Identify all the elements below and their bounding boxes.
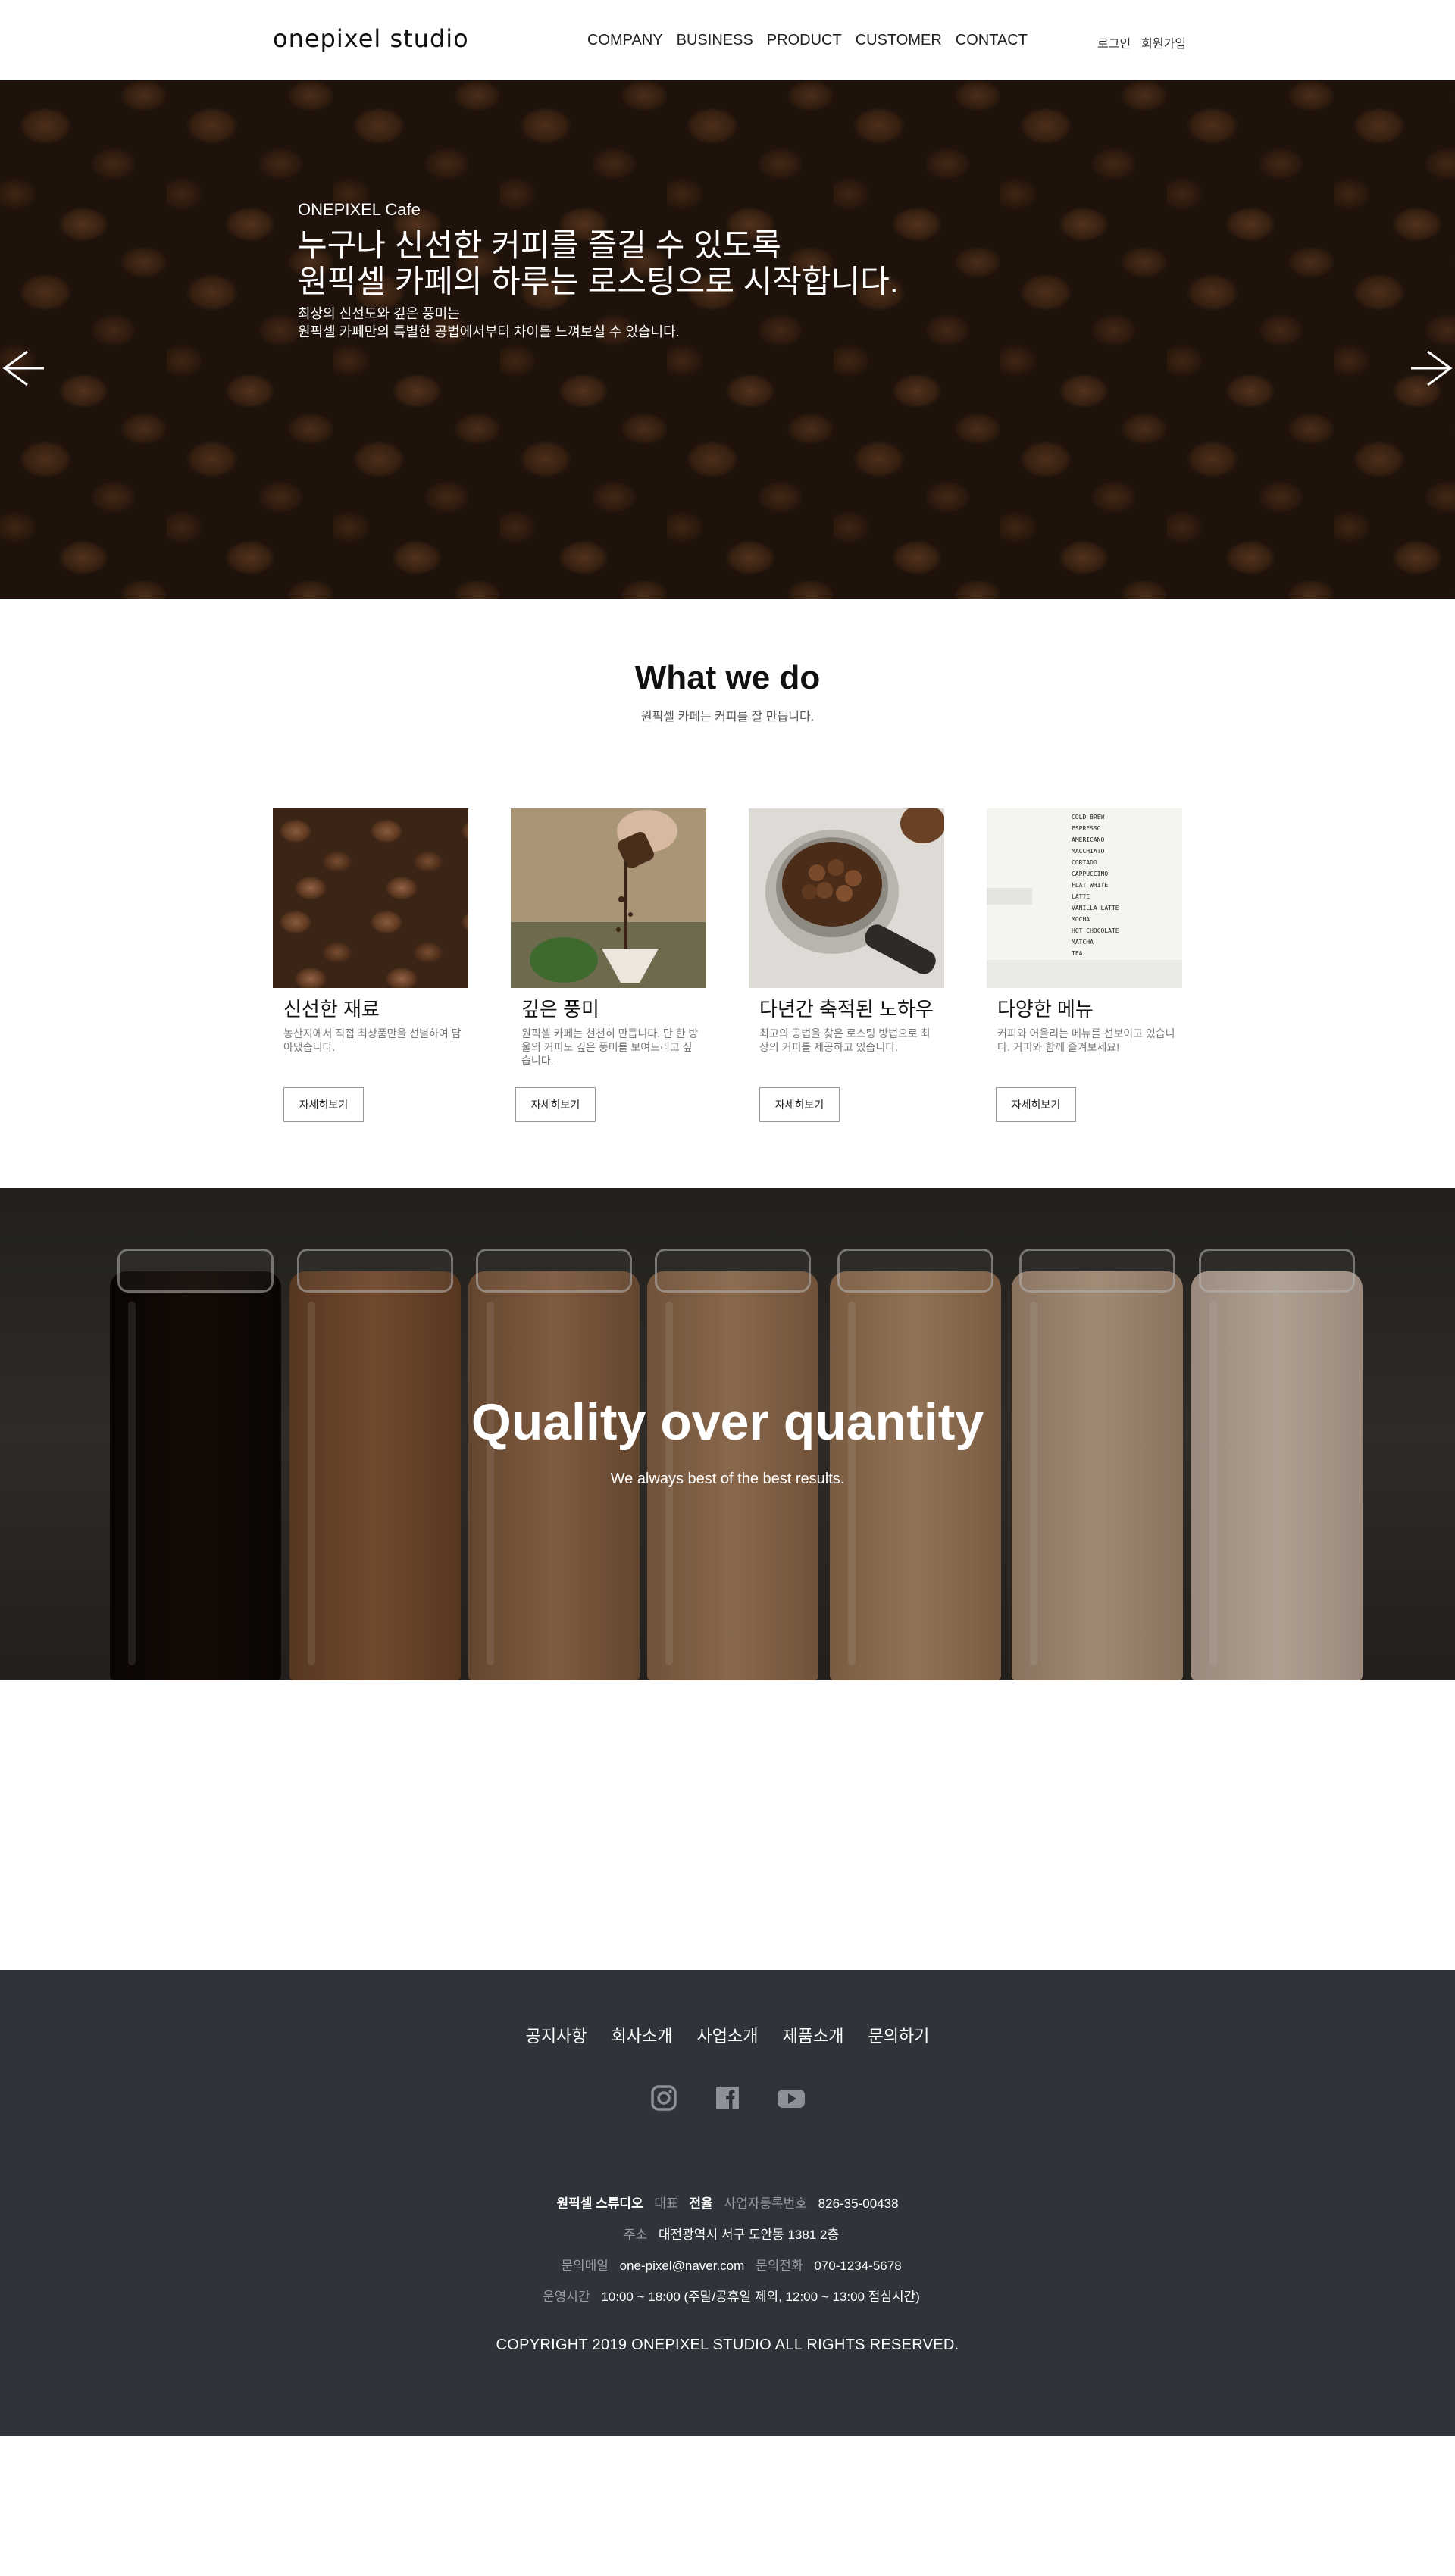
card-more-button[interactable]: 자세히보기 [759, 1087, 840, 1122]
quality-title: Quality over quantity [471, 1393, 984, 1451]
menu-board-item: COLD BREW [1072, 814, 1105, 821]
email-label: 문의메일 [561, 2259, 609, 2273]
hero-title: 누구나 신선한 커피를 즐길 수 있도록 원픽셀 카페의 하루는 로스팅으로 시… [298, 227, 899, 300]
card-title: 신선한 재료 [283, 998, 380, 1021]
site-footer: 공지사항 회사소개 사업소개 제품소개 문의하기 원픽셀 스튜디오 대표 전율 … [0, 1970, 1455, 2436]
nav-company[interactable]: COMPANY [587, 32, 663, 49]
hero-desc-line1: 최상의 신선도와 깊은 풍미는 [298, 306, 460, 321]
util-links: 로그인 회원가입 [1097, 33, 1186, 52]
address: 대전광역시 서구 도안동 1381 2층 [658, 2227, 840, 2242]
ceo-label: 대표 [654, 2196, 678, 2211]
menu-board-item: MATCHA [1072, 939, 1094, 946]
menu-board-item: MACCHIATO [1072, 848, 1105, 855]
menu-board-item: FLAT WHITE [1072, 882, 1108, 889]
coffee-pour-image [511, 808, 706, 988]
card-text: 원픽셀 카페는 천천히 만듭니다. 단 한 방울의 커피도 깊은 풍미를 보여드… [521, 1027, 699, 1067]
menu-board-item: TEA [1072, 950, 1083, 957]
card-text: 농산지에서 직접 최상품만을 선별하여 담아냈습니다. [283, 1027, 462, 1053]
menu-board-item: HOT CHOCOLATE [1072, 927, 1119, 934]
biz-label: 사업자등록번호 [724, 2196, 807, 2211]
info-row: 원픽셀 스튜디오 대표 전율 사업자등록번호 826-35-00438 [0, 2188, 1455, 2219]
nav-contact[interactable]: CONTACT [956, 32, 1028, 49]
hero-slider: ONEPIXEL Cafe 누구나 신선한 커피를 즐길 수 있도록 원픽셀 카… [0, 80, 1455, 599]
feature-card: 깊은 풍미 원픽셀 카페는 천천히 만듭니다. 단 한 방울의 커피도 깊은 풍… [511, 808, 708, 1127]
menu-board-item: CAPPUCCINO [1072, 871, 1108, 877]
instagram-icon[interactable] [649, 2084, 678, 2112]
biz-number: 826-35-00438 [818, 2196, 899, 2211]
phone: 070-1234-5678 [814, 2259, 902, 2273]
footer-link-business[interactable]: 사업소개 [697, 2023, 759, 2047]
arrow-right-icon[interactable] [1410, 345, 1455, 391]
card-text: 최고의 공법을 찾은 로스팅 방법으로 최상의 커피를 제공하고 있습니다. [759, 1027, 931, 1053]
hero-desc-line2: 원픽셀 카페만의 특별한 공법에서부터 차이를 느껴보실 수 있습니다. [298, 324, 680, 339]
login-link[interactable]: 로그인 [1097, 33, 1131, 52]
hero-eyebrow: ONEPIXEL Cafe [298, 200, 421, 219]
company-name: 원픽셀 스튜디오 [556, 2196, 643, 2211]
menu-board-image: COLD BREW ESPRESSO AMERICANO MACCHIATO CORTA… [987, 808, 1182, 988]
coffee-beans-image [273, 808, 468, 988]
site-header: onepixel studio COMPANY BUSINESS PRODUCT… [0, 0, 1455, 80]
copyright: COPYRIGHT 2019 ONEPIXEL STUDIO ALL RIGHT… [496, 2337, 959, 2353]
ceo-name: 전율 [689, 2196, 713, 2211]
hero-title-line1: 누구나 신선한 커피를 즐길 수 있도록 [298, 227, 781, 263]
company-info: 원픽셀 스튜디오 대표 전율 사업자등록번호 826-35-00438 주소 대… [0, 2188, 1455, 2312]
quality-subtitle: We always best of the best results. [610, 1471, 845, 1487]
feature-card: 다년간 축적된 노하우 최고의 공법을 찾은 로스팅 방법으로 최상의 커피를 … [749, 808, 946, 1127]
logo[interactable]: onepixel studio [273, 24, 469, 53]
portafilter-image [749, 808, 944, 988]
card-more-button[interactable]: 자세히보기 [283, 1087, 364, 1122]
signup-link[interactable]: 회원가입 [1141, 33, 1186, 52]
card-more-button[interactable]: 자세히보기 [996, 1087, 1076, 1122]
main-nav: COMPANY BUSINESS PRODUCT CUSTOMER CONTAC… [587, 32, 1028, 49]
address-label: 주소 [623, 2227, 648, 2242]
info-row: 주소 대전광역시 서구 도안동 1381 2층 [0, 2219, 1455, 2250]
info-row: 문의메일 one-pixel@naver.com 문의전화 070-1234-5… [0, 2250, 1455, 2281]
arrow-left-icon[interactable] [0, 345, 45, 391]
card-title: 다년간 축적된 노하우 [759, 998, 934, 1021]
nav-product[interactable]: PRODUCT [767, 32, 842, 49]
menu-board-item: VANILLA LATTE [1072, 905, 1119, 911]
menu-board-item: LATTE [1072, 893, 1090, 900]
footer-link-company[interactable]: 회사소개 [612, 2023, 673, 2047]
feature-card: COLD BREW ESPRESSO AMERICANO MACCHIATO CORTA… [987, 808, 1184, 1127]
hours-label: 운영시간 [543, 2290, 590, 2304]
feature-cards: 신선한 재료 농산지에서 직접 최상품만을 선별하여 담아냈습니다. 자세히보기… [273, 808, 1182, 1127]
social-links [0, 2084, 1455, 2112]
menu-board-item: MOCHA [1072, 916, 1090, 923]
nav-business[interactable]: BUSINESS [677, 32, 753, 49]
menu-board-item: CORTADO [1072, 859, 1097, 866]
email[interactable]: one-pixel@naver.com [620, 2259, 745, 2273]
info-row: 운영시간 10:00 ~ 18:00 (주말/공휴일 제외, 12:00 ~ 1… [0, 2281, 1455, 2312]
card-title: 다양한 메뉴 [997, 998, 1094, 1021]
phone-label: 문의전화 [756, 2259, 803, 2273]
footer-link-notice[interactable]: 공지사항 [526, 2023, 587, 2047]
hero-description: 최상의 신선도와 깊은 풍미는 원픽셀 카페만의 특별한 공법에서부터 차이를 … [298, 305, 899, 341]
card-title: 깊은 풍미 [521, 998, 599, 1021]
youtube-icon[interactable] [777, 2084, 806, 2112]
what-we-do-subtitle: 원픽셀 카페는 커피를 잘 만듭니다. [640, 711, 815, 724]
footer-link-contact[interactable]: 문의하기 [868, 2023, 929, 2047]
what-we-do-title: What we do [634, 659, 821, 696]
footer-menu: 공지사항 회사소개 사업소개 제품소개 문의하기 [0, 2023, 1455, 2047]
card-text: 커피와 어울리는 메뉴를 선보이고 있습니다. 커피와 함께 즐겨보세요! [997, 1027, 1175, 1053]
feature-card: 신선한 재료 농산지에서 직접 최상품만을 선별하여 담아냈습니다. 자세히보기 [273, 808, 470, 1127]
hours: 10:00 ~ 18:00 (주말/공휴일 제외, 12:00 ~ 13:00 … [601, 2290, 920, 2304]
hero-content: ONEPIXEL Cafe 누구나 신선한 커피를 즐길 수 있도록 원픽셀 카… [298, 200, 899, 341]
card-more-button[interactable]: 자세히보기 [515, 1087, 596, 1122]
menu-board-item: AMERICANO [1072, 836, 1105, 843]
facebook-icon[interactable] [713, 2084, 742, 2112]
nav-customer[interactable]: CUSTOMER [856, 32, 942, 49]
quality-banner: Quality over quantity We always best of … [0, 1188, 1455, 1680]
menu-board-item: ESPRESSO [1072, 825, 1101, 832]
footer-link-product[interactable]: 제품소개 [782, 2023, 843, 2047]
hero-title-line2: 원픽셀 카페의 하루는 로스팅으로 시작합니다. [298, 264, 899, 299]
